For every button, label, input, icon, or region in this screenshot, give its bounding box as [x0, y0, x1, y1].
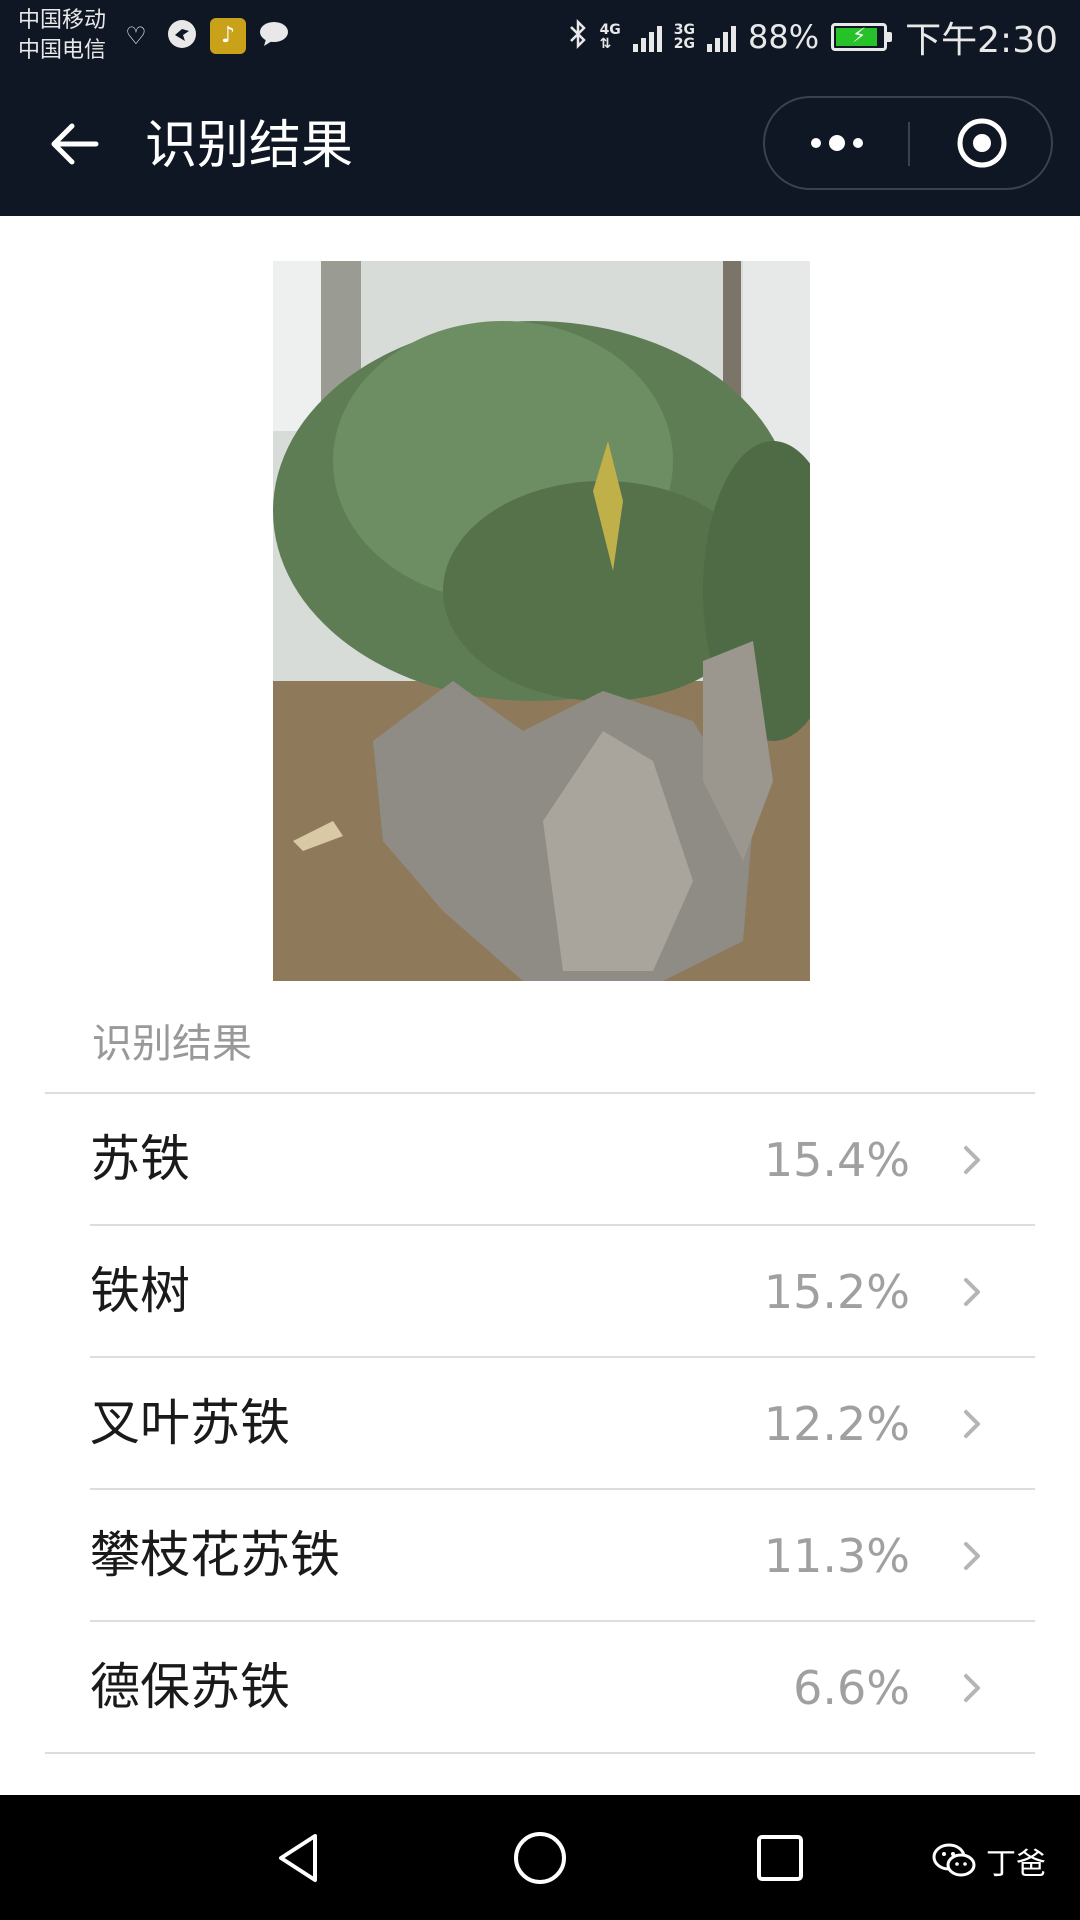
- close-target-icon: [957, 118, 1006, 168]
- results-section-title: 识别结果: [92, 1021, 252, 1067]
- watermark: 丁爸: [932, 1839, 1046, 1883]
- network-type-2: 3G 2G: [673, 22, 696, 52]
- signal-icon: [632, 22, 662, 52]
- carrier-1: 中国移动: [18, 8, 107, 33]
- more-button[interactable]: [765, 98, 908, 188]
- clock: 下午2:30: [905, 20, 1058, 61]
- system-home-button[interactable]: [505, 1823, 575, 1893]
- result-name: 叉叶苏铁: [90, 1394, 290, 1452]
- bird-app-icon: [164, 18, 200, 54]
- battery-charging-icon: ⚡: [831, 23, 893, 51]
- result-percent: 15.4%: [763, 1133, 910, 1187]
- result-name: 攀枝花苏铁: [90, 1526, 340, 1584]
- back-button[interactable]: [40, 110, 108, 178]
- status-right: 4G ⇅ 3G 2G 88% ⚡ 下午2:30: [568, 12, 1058, 62]
- chevron-right-icon: [964, 1410, 980, 1438]
- chevron-right-icon: [964, 1146, 980, 1174]
- result-row[interactable]: 苏铁 15.4%: [90, 1094, 1035, 1226]
- result-row[interactable]: 德保苏铁 6.6%: [45, 1622, 1035, 1754]
- screen: 中国移动 中国电信 ♡ ♪ 4G ⇅ 3G 2G 88% ⚡ 下午2:30 识别…: [0, 0, 1080, 1920]
- page-title: 识别结果: [145, 116, 354, 176]
- result-name: 苏铁: [90, 1130, 190, 1188]
- bluetooth-icon: [568, 18, 588, 57]
- recents-square-icon: [757, 1835, 803, 1881]
- system-nav-bar: 丁爸: [0, 1795, 1080, 1920]
- chat-bubble-icon: [256, 18, 292, 54]
- home-circle-icon: [514, 1832, 566, 1884]
- result-row[interactable]: 铁树 15.2%: [90, 1226, 1035, 1358]
- result-percent: 6.6%: [793, 1661, 910, 1715]
- chevron-right-icon: [964, 1674, 980, 1702]
- system-recents-button[interactable]: [745, 1823, 815, 1893]
- system-back-button[interactable]: [264, 1823, 334, 1893]
- notification-icons: ♡ ♪: [118, 18, 292, 54]
- watermark-text: 丁爸: [986, 1847, 1046, 1882]
- uploaded-plant-photo: [273, 261, 810, 981]
- carrier-info: 中国移动 中国电信: [18, 6, 106, 66]
- mini-program-capsule: [763, 96, 1053, 190]
- battery-percent: 88%: [748, 18, 820, 56]
- more-dots-icon: [810, 138, 821, 148]
- signal-icon-2: [707, 22, 737, 52]
- music-app-icon: ♪: [210, 18, 246, 54]
- result-percent: 11.3%: [763, 1529, 910, 1583]
- carrier-2: 中国电信: [18, 38, 107, 63]
- result-row[interactable]: 攀枝花苏铁 11.3%: [90, 1490, 1035, 1622]
- result-percent: 12.2%: [763, 1397, 910, 1451]
- back-triangle-icon: [279, 1834, 317, 1882]
- chevron-right-icon: [964, 1542, 980, 1570]
- nav-bar: 识别结果: [0, 74, 1080, 216]
- wechat-icon: [932, 1843, 976, 1877]
- result-percent: 15.2%: [763, 1265, 910, 1319]
- plant-photo-illustration: [273, 261, 810, 981]
- heart-rate-icon: ♡: [125, 22, 147, 50]
- network-type-1: 4G ⇅: [599, 22, 621, 52]
- chevron-right-icon: [964, 1278, 980, 1306]
- result-name: 铁树: [90, 1262, 190, 1320]
- result-list: 苏铁 15.4% 铁树 15.2% 叉叶苏铁 12.2% 攀枝花苏铁 11.3%…: [0, 1094, 1080, 1754]
- back-arrow-icon: [51, 123, 99, 165]
- status-bar: 中国移动 中国电信 ♡ ♪ 4G ⇅ 3G 2G 88% ⚡ 下午2:30: [0, 0, 1080, 74]
- result-name: 德保苏铁: [90, 1658, 290, 1716]
- result-row[interactable]: 叉叶苏铁 12.2%: [90, 1358, 1035, 1490]
- close-button[interactable]: [910, 98, 1053, 188]
